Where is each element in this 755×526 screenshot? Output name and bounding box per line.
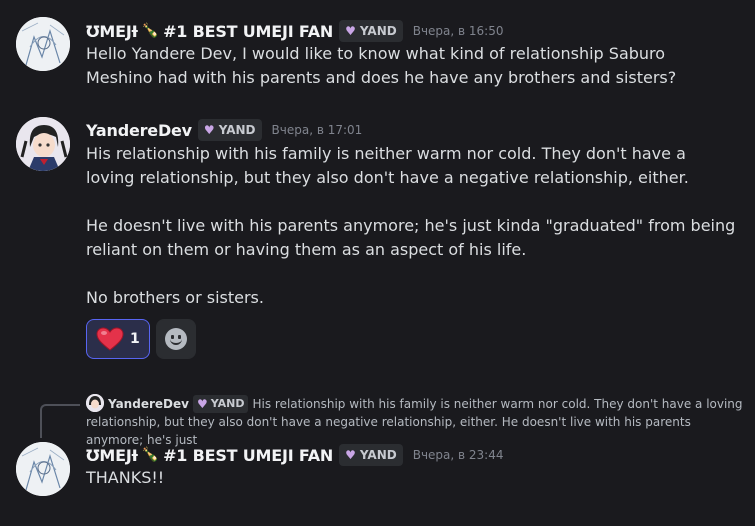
role-label: YAND [218,123,256,137]
chat-log: ƱMEJƗ 🍾 #1 BEST UMEJI FAN ♥ YAND Вчера, … [0,0,755,526]
message-text: He doesn't live with his parents anymore… [86,216,736,259]
role-tag[interactable]: ♥ YAND [339,20,403,42]
role-tag[interactable]: ♥ YAND [339,444,403,466]
bottle-icon: 🍾 [141,23,160,39]
message-text: THANKS!! [86,468,165,487]
heart-role-icon: ♥ [345,24,356,38]
role-tag[interactable]: ♥ YAND [197,119,262,141]
heart-reaction-icon [96,327,124,351]
role-label: YAND [359,24,397,38]
username-badge[interactable]: #1 BEST UMEJI FAN [163,446,333,465]
reactions-bar: 1 [86,319,196,359]
message-header: ƱMEJƗ 🍾 #1 BEST UMEJI FAN ♥ YAND Вчера, … [86,444,504,466]
role-label: YAND [359,448,397,462]
add-reaction-icon [164,328,187,350]
username-badge[interactable]: #1 BEST UMEJI FAN [163,22,333,41]
username[interactable]: YandereDev [86,121,192,140]
message-text: His relationship with his family is neit… [86,144,689,187]
heart-role-icon: ♥ [203,123,215,137]
timestamp[interactable]: Вчера, в 17:01 [272,123,363,137]
reply-role-label: YAND [210,397,245,410]
timestamp[interactable]: Вчера, в 23:44 [413,448,504,462]
heart-role-icon: ♥ [345,448,356,462]
avatar[interactable] [16,442,70,496]
message-text: No brothers or sisters. [86,288,264,307]
message-header: YandereDev ♥ YAND Вчера, в 17:01 [86,119,362,141]
avatar[interactable] [16,17,70,71]
bottle-icon: 🍾 [141,447,160,463]
reply-role-tag: ♥ YAND [192,395,249,413]
username[interactable]: ƱMEJƗ [86,446,138,465]
message-text: Hello Yandere Dev, I would like to know … [86,44,677,87]
reply-reference[interactable]: YandereDev ♥ YAND His relationship with his… [86,394,746,449]
reaction-count: 1 [130,331,140,347]
reply-username[interactable]: YandereDev [108,397,189,411]
avatar[interactable] [16,117,70,171]
timestamp[interactable]: Вчера, в 16:50 [413,24,504,38]
message-header: ƱMEJƗ 🍾 #1 BEST UMEJI FAN ♥ YAND Вчера, … [86,20,504,42]
add-reaction-button[interactable] [155,319,196,359]
reply-connector [40,404,80,438]
heart-role-icon: ♥ [196,397,208,411]
reply-avatar [86,394,104,412]
reaction-heart[interactable]: 1 [86,319,150,359]
username[interactable]: ƱMEJƗ [86,22,138,41]
